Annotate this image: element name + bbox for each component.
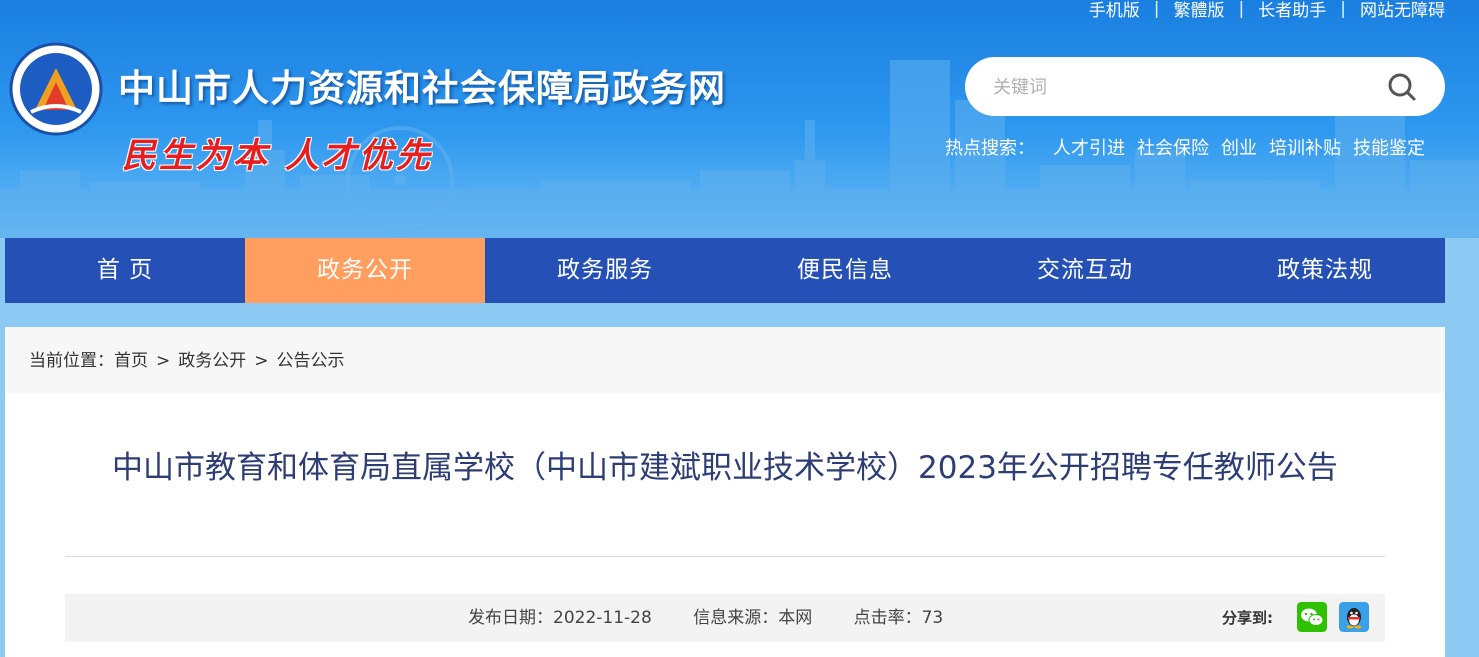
hot-term-talent[interactable]: 人才引进 [1053, 134, 1125, 160]
main-content: 当前位置：首页 > 政务公开 > 公告公示 中山市教育和体育局直属学校（中山市建斌职业技… [5, 327, 1445, 657]
breadcrumb: 当前位置：首页 > 政务公开 > 公告公示 [5, 327, 1445, 393]
traditional-chinese-link[interactable]: 繁體版 [1174, 0, 1225, 21]
breadcrumb-separator: > [156, 351, 171, 371]
breadcrumb-government-affairs[interactable]: 政务公开 [178, 351, 246, 371]
elderly-assistant-link[interactable]: 长者助手 [1258, 0, 1326, 21]
info-source: 信息来源：本网 [693, 608, 813, 628]
qq-icon[interactable] [1339, 602, 1369, 632]
hot-term-training-subsidy[interactable]: 培训补贴 [1269, 134, 1341, 160]
accessibility-link[interactable]: 网站无障碍 [1360, 0, 1445, 21]
hot-search-label: 热点搜索： [945, 138, 1035, 159]
hot-term-entrepreneurship[interactable]: 创业 [1221, 134, 1257, 160]
site-header: 手机版 | 繁體版 | 长者助手 | 网站无障碍 中山市人力资源和社会保障局政务… [0, 0, 1479, 238]
nav-government-affairs[interactable]: 政务公开 [245, 238, 485, 303]
hot-term-skill-appraisal[interactable]: 技能鉴定 [1353, 134, 1425, 160]
publish-date: 发布日期：2022-11-28 [468, 608, 652, 628]
separator: | [1153, 0, 1160, 19]
breadcrumb-prefix: 当前位置： [29, 351, 114, 371]
separator: | [1238, 0, 1245, 19]
article-title: 中山市教育和体育局直属学校（中山市建斌职业技术学校）2023年公开招聘专任教师公… [112, 450, 1338, 486]
share-label: 分享到: [1222, 608, 1273, 627]
separator: | [1340, 0, 1346, 19]
site-logo-emblem[interactable] [9, 42, 103, 136]
nav-policies[interactable]: 政策法规 [1205, 238, 1445, 303]
mobile-version-link[interactable]: 手机版 [1089, 0, 1140, 21]
article-meta: 发布日期：2022-11-28 信息来源：本网 点击率：73 [468, 594, 979, 642]
title-divider [65, 556, 1385, 557]
breadcrumb-home[interactable]: 首页 [114, 351, 148, 371]
search-icon[interactable] [1387, 72, 1417, 102]
share-bar: 分享到: [1222, 602, 1369, 632]
nav-interaction[interactable]: 交流互动 [965, 238, 1205, 303]
main-nav: 首 页 政务公开 政务服务 便民信息 交流互动 政策法规 [5, 238, 1445, 303]
click-count: 点击率：73 [853, 608, 944, 628]
site-title: 中山市人力资源和社会保障局政务网 [118, 67, 726, 110]
search-box [965, 57, 1445, 116]
nav-home[interactable]: 首 页 [5, 238, 245, 303]
hot-search: 热点搜索： 人才引进 社会保险 创业 培训补贴 技能鉴定 [945, 134, 1425, 160]
nav-public-info[interactable]: 便民信息 [725, 238, 965, 303]
article-meta-bar: 发布日期：2022-11-28 信息来源：本网 点击率：73 分享到: [65, 594, 1385, 642]
search-input[interactable] [991, 71, 1355, 103]
wechat-icon[interactable] [1297, 602, 1327, 632]
top-links: 手机版 | 繁體版 | 长者助手 | 网站无障碍 [1089, 0, 1445, 21]
city-skyline-banner [0, 60, 1479, 238]
hot-term-insurance[interactable]: 社会保险 [1137, 134, 1209, 160]
nav-government-services[interactable]: 政务服务 [485, 238, 725, 303]
breadcrumb-announcements[interactable]: 公告公示 [277, 351, 345, 371]
breadcrumb-separator: > [254, 351, 269, 371]
site-slogan: 民生为本 人才优先 [122, 136, 433, 176]
